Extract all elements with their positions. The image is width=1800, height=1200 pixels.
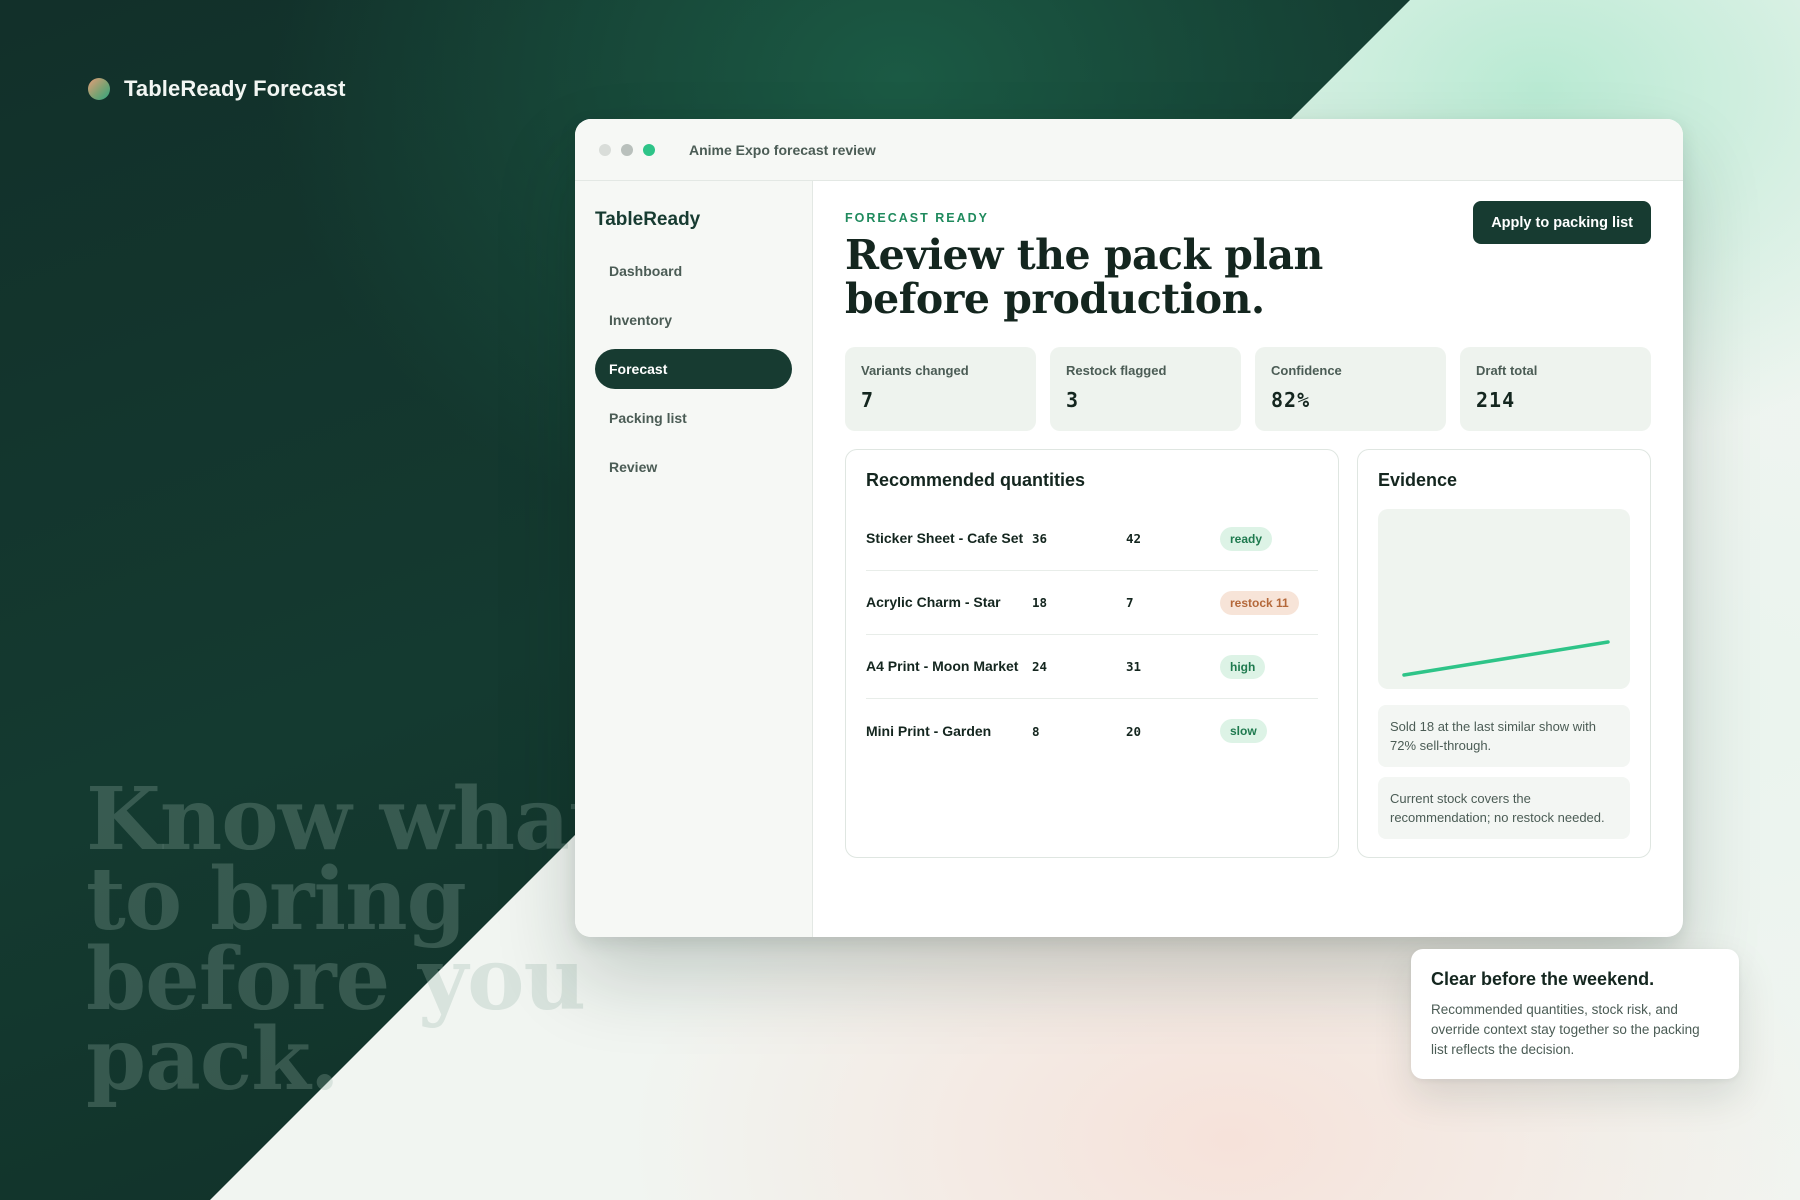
panels-row: Recommended quantities Sticker Sheet - C…: [845, 449, 1651, 858]
item-name: Sticker Sheet - Cafe Set: [866, 530, 1024, 546]
sidebar-item-packing-list[interactable]: Packing list: [595, 398, 792, 438]
status-badge: restock 11: [1220, 590, 1299, 615]
stat-value: 82%: [1271, 388, 1311, 412]
hero-line: before you: [86, 929, 586, 1030]
panel-title: Recommended quantities: [866, 470, 1086, 490]
evidence-chart-svg: [1402, 640, 1610, 677]
stat-label: Draft total: [1476, 363, 1538, 378]
recommended-table: Sticker Sheet - Cafe Set 36 42 ready Acr…: [866, 507, 1318, 763]
table-row[interactable]: Acrylic Charm - Star 18 7 restock 11: [866, 571, 1318, 635]
item-value-a: 8: [1032, 723, 1040, 739]
item-value-a: 18: [1032, 595, 1048, 610]
sidebar-item-forecast[interactable]: Forecast: [595, 349, 792, 389]
evidence-panel: Evidence Sold 18 at the last similar sho…: [1357, 449, 1651, 858]
stat-value: 7: [861, 388, 875, 412]
brand-logo-icon: [88, 78, 110, 100]
stat-card-draft-total: Draft total 214: [1460, 347, 1651, 431]
hero-line: pack.: [86, 1009, 340, 1110]
item-name: A4 Print - Moon Market: [866, 658, 1019, 674]
sidebar-item-inventory[interactable]: Inventory: [595, 300, 792, 340]
main-content: FORECAST READY Review the pack plan befo…: [845, 201, 1651, 858]
window-minimize-button[interactable]: [621, 143, 633, 156]
stat-value: 3: [1066, 388, 1080, 412]
item-value-b: 42: [1126, 531, 1142, 546]
item-value-b: 31: [1126, 659, 1142, 674]
sidebar-brand: TableReady: [595, 209, 701, 230]
item-name: Acrylic Charm - Star: [866, 594, 1001, 610]
status-badge: ready: [1220, 526, 1273, 551]
stat-card-restock-flagged: Restock flagged 3: [1050, 347, 1241, 431]
window-titlebar: Anime Expo forecast review: [575, 119, 1683, 181]
window-close-button[interactable]: [599, 143, 611, 156]
item-name: Mini Print - Garden: [866, 722, 992, 739]
stat-label: Variants changed: [861, 363, 969, 378]
evidence-chart: [1378, 509, 1630, 689]
brand-name: TableReady Forecast: [124, 76, 346, 101]
sidebar-item-dashboard[interactable]: Dashboard: [595, 251, 792, 291]
recommended-quantities-panel: Recommended quantities Sticker Sheet - C…: [845, 449, 1339, 858]
item-value-a: 36: [1032, 531, 1048, 546]
stats-row: Variants changed 7 Restock flagged 3 Con…: [845, 347, 1651, 431]
app-window: Anime Expo forecast review TableReady Da…: [575, 119, 1683, 937]
panel-title: Evidence: [1378, 470, 1458, 490]
page-title: Review the pack plan before production.: [845, 231, 1323, 323]
brand-header: TableReady Forecast: [88, 76, 346, 102]
sidebar: TableReady Dashboard Inventory Forecast …: [575, 181, 813, 937]
status-badge: high: [1220, 654, 1266, 679]
status-badge: slow: [1220, 719, 1267, 743]
evidence-note: Current stock covers the recommendation;…: [1378, 777, 1630, 839]
table-row[interactable]: Mini Print - Garden 8 20 slow: [866, 699, 1318, 763]
table-row[interactable]: Sticker Sheet - Cafe Set 36 42 ready: [866, 507, 1318, 571]
stat-label: Restock flagged: [1066, 363, 1167, 378]
evidence-trend-line: [1402, 640, 1610, 677]
stat-label: Confidence: [1271, 363, 1342, 378]
stat-value: 214: [1476, 388, 1516, 412]
sidebar-item-review[interactable]: Review: [595, 447, 792, 487]
stat-card-confidence: Confidence 82%: [1255, 347, 1446, 431]
apply-to-packing-list-button[interactable]: Apply to packing list: [1473, 201, 1651, 244]
table-row[interactable]: A4 Print - Moon Market 24 31 high: [866, 635, 1318, 699]
callout-title: Clear before the weekend.: [1431, 969, 1655, 989]
callout-body: Recommended quantities, stock risk, and …: [1431, 1002, 1700, 1057]
callout-card: Clear before the weekend. Recommended qu…: [1411, 949, 1739, 1079]
evidence-note: Sold 18 at the last similar show with 72…: [1378, 705, 1630, 767]
item-value-b: 20: [1126, 723, 1142, 739]
item-value-b: 7: [1126, 595, 1134, 610]
stat-card-variants-changed: Variants changed 7: [845, 347, 1036, 431]
item-value-a: 24: [1032, 659, 1048, 674]
window-title: Anime Expo forecast review: [689, 141, 876, 158]
window-zoom-button[interactable]: [643, 143, 655, 156]
